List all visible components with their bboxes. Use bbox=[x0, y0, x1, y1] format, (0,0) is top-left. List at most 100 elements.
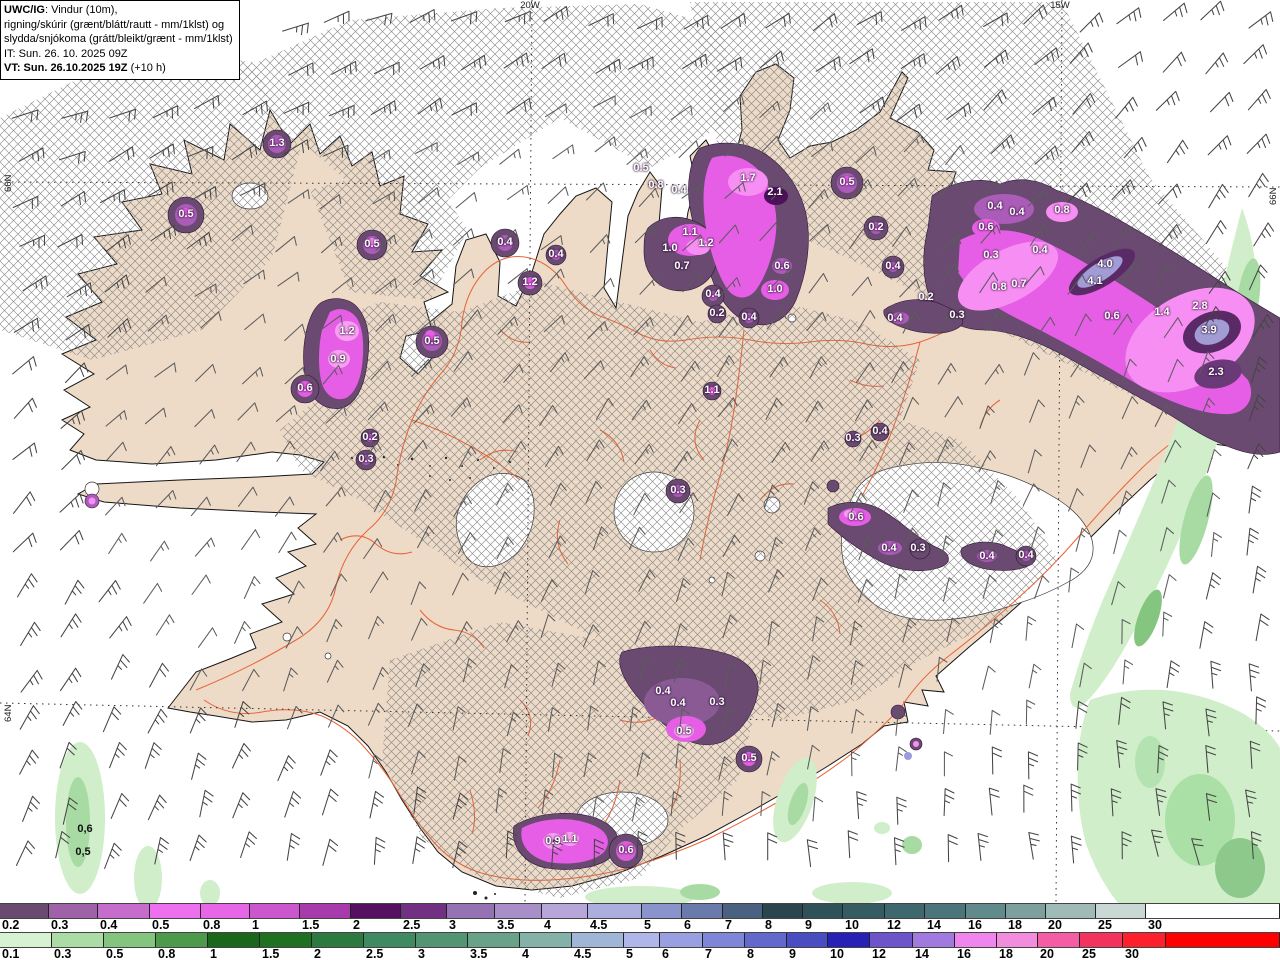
legend-cell bbox=[495, 904, 542, 918]
legend-cell bbox=[1096, 904, 1146, 918]
legend: 0.2 0.3 0.4 0.5 0.8 1 1.5 2 2.5 3 3.5 4 4.5 5 6 7 8 9 10 12… bbox=[0, 903, 1280, 960]
legend-cell bbox=[104, 933, 156, 947]
legend-tick-label: 4.5 bbox=[590, 918, 608, 932]
legend-tick-label: 4.5 bbox=[574, 947, 592, 960]
legend-cell bbox=[201, 904, 250, 918]
legend-cell bbox=[156, 933, 208, 947]
legend-tick-label: 0.4 bbox=[100, 918, 118, 932]
legend-cell bbox=[1080, 933, 1123, 947]
legend-tick-label: 1.5 bbox=[262, 947, 280, 960]
legend-tick-label: 9 bbox=[789, 947, 796, 960]
legend-cell bbox=[250, 904, 300, 918]
legend-cell bbox=[787, 933, 828, 947]
legend-tick-label: 8 bbox=[747, 947, 754, 960]
legend-cell bbox=[312, 933, 364, 947]
legend-tick-label: 10 bbox=[845, 918, 859, 932]
legend-cell bbox=[1146, 904, 1280, 918]
legend-tick-label: 20 bbox=[1048, 918, 1062, 932]
legend-tick-label: 30 bbox=[1125, 947, 1139, 960]
legend-tick-label: 10 bbox=[830, 947, 844, 960]
legend-tick-label: 9 bbox=[805, 918, 812, 932]
legend-cell bbox=[542, 904, 588, 918]
legend-tick-label: 16 bbox=[968, 918, 982, 932]
legend-cell bbox=[150, 904, 201, 918]
legend-tick-label: 25 bbox=[1098, 918, 1112, 932]
legend-tick-label: 14 bbox=[927, 918, 941, 932]
legend-tick-label: 20 bbox=[1040, 947, 1054, 960]
legend-cell bbox=[0, 933, 52, 947]
legend-cell bbox=[723, 904, 763, 918]
legend-tick-label: 0.1 bbox=[2, 947, 20, 960]
legend-cell bbox=[416, 933, 468, 947]
legend-tick-label: 4 bbox=[522, 947, 529, 960]
legend-sleet-snow-bar bbox=[0, 903, 1280, 919]
legend-tick-label: 2.5 bbox=[366, 947, 384, 960]
legend-cell bbox=[98, 904, 150, 918]
legend-cell bbox=[1046, 904, 1096, 918]
legend-tick-label: 1 bbox=[252, 918, 259, 932]
legend-cell bbox=[1166, 933, 1280, 947]
legend-cell bbox=[885, 904, 925, 918]
legend-tick-label: 0.5 bbox=[106, 947, 124, 960]
legend-tick-label: 1.5 bbox=[302, 918, 320, 932]
legend-cell bbox=[208, 933, 260, 947]
legend-tick-label: 2.5 bbox=[403, 918, 421, 932]
legend-cell bbox=[642, 904, 682, 918]
legend-tick-label: 0.8 bbox=[203, 918, 221, 932]
legend-tick-label: 0.8 bbox=[158, 947, 176, 960]
legend-rain-labels: 0.1 0.3 0.5 0.8 1 1.5 2 2.5 3 3.5 4 4.5 5 6 7 8 9 10 12 14 1… bbox=[0, 948, 1280, 960]
legend-cell bbox=[870, 933, 913, 947]
legend-tick-label: 5 bbox=[626, 947, 633, 960]
legend-tick-label: 7 bbox=[705, 947, 712, 960]
legend-tick-label: 6 bbox=[684, 918, 691, 932]
legend-cell bbox=[913, 933, 955, 947]
legend-tick-label: 14 bbox=[915, 947, 929, 960]
legend-tick-label: 3.5 bbox=[497, 918, 515, 932]
legend-tick-label: 5 bbox=[644, 918, 651, 932]
info-line-2: rigning/skúrir (grænt/blátt/rautt - mm/1… bbox=[4, 18, 225, 31]
legend-tick-label: 1 bbox=[210, 947, 217, 960]
legend-tick-label: 25 bbox=[1082, 947, 1096, 960]
legend-tick-label: 16 bbox=[957, 947, 971, 960]
legend-sleet-snow-labels: 0.2 0.3 0.4 0.5 0.8 1 1.5 2 2.5 3 3.5 4 4.5 5 6 7 8 9 10 12… bbox=[0, 919, 1280, 932]
legend-cell bbox=[572, 933, 624, 947]
legend-tick-label: 2 bbox=[353, 918, 360, 932]
valid-time: VT: Sun. 26.10.2025 19Z (+10 h) bbox=[4, 61, 233, 76]
legend-cell bbox=[745, 933, 787, 947]
legend-tick-label: 12 bbox=[887, 918, 901, 932]
product-subtitle: : Vindur (10m), bbox=[44, 4, 118, 16]
product-name: UWC/IG bbox=[4, 4, 45, 16]
legend-cell bbox=[0, 904, 49, 918]
legend-tick-label: 3 bbox=[449, 918, 456, 932]
legend-cell bbox=[624, 933, 660, 947]
legend-cell bbox=[588, 904, 642, 918]
legend-tick-label: 3.5 bbox=[470, 947, 488, 960]
legend-cell bbox=[1038, 933, 1080, 947]
legend-cell bbox=[1123, 933, 1166, 947]
info-box: UWC/IG: Vindur (10m), rigning/skúrir (gr… bbox=[0, 0, 240, 80]
legend-cell bbox=[703, 933, 745, 947]
valid-time-bold: VT: Sun. 26.10.2025 19Z bbox=[4, 62, 128, 75]
legend-cell bbox=[52, 933, 104, 947]
legend-tick-label: 0.2 bbox=[2, 918, 20, 932]
legend-tick-label: 6 bbox=[662, 947, 669, 960]
legend-rain-bar bbox=[0, 932, 1280, 948]
legend-tick-label: 2 bbox=[314, 947, 321, 960]
legend-cell bbox=[803, 904, 843, 918]
legend-tick-label: 0.3 bbox=[54, 947, 72, 960]
legend-cell bbox=[682, 904, 723, 918]
legend-tick-label: 4 bbox=[544, 918, 551, 932]
weather-map-page: 1.3 0.5 0.5 0.4 0.4 1.2 0.5 1.2 0.9 0.6 0.2 0.3 0.5 0… bbox=[0, 0, 1280, 960]
legend-cell bbox=[49, 904, 98, 918]
legend-cell bbox=[828, 933, 870, 947]
legend-cell bbox=[660, 933, 703, 947]
info-line-1: UWC/IG: Vindur (10m), bbox=[4, 3, 233, 18]
legend-cell bbox=[955, 933, 997, 947]
legend-tick-label: 8 bbox=[765, 918, 772, 932]
init-time: IT: Sun. 26. 10. 2025 09Z bbox=[4, 47, 128, 60]
legend-cell bbox=[966, 904, 1006, 918]
legend-cell bbox=[468, 933, 520, 947]
legend-cell bbox=[351, 904, 401, 918]
legend-cell bbox=[300, 904, 351, 918]
iceland-weather-map bbox=[0, 0, 1280, 903]
